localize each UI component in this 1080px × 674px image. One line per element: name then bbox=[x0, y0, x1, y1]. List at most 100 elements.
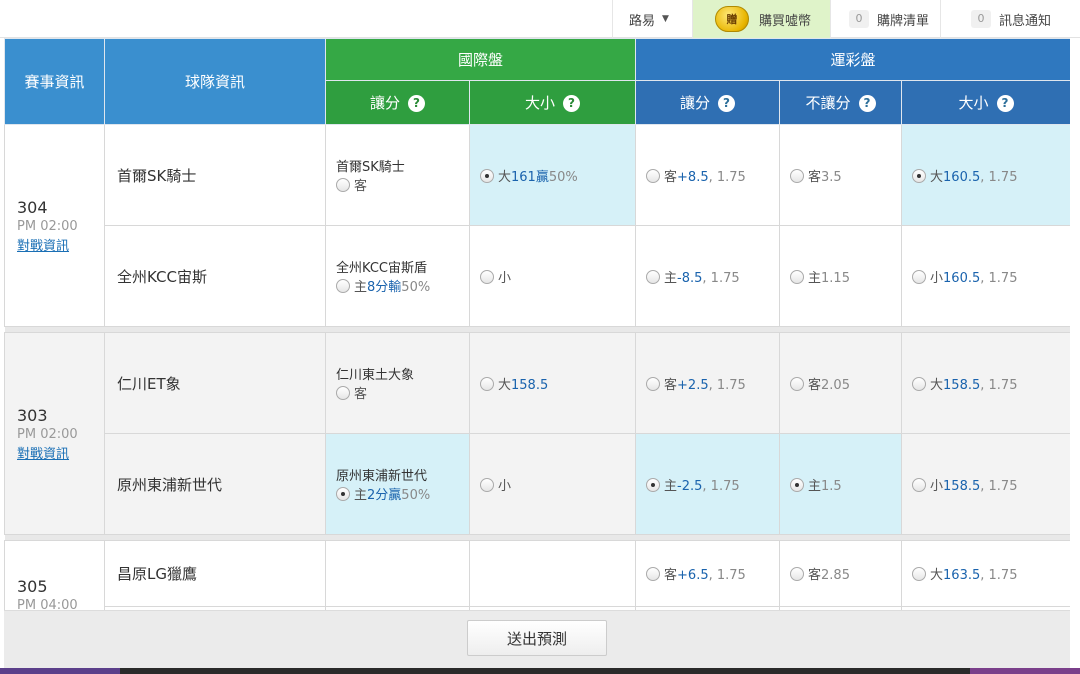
lot-spread-odds: , 1.75 bbox=[708, 568, 746, 583]
lot-ml-side: 客 bbox=[808, 169, 822, 185]
odds-table: 賽事資訊 球隊資訊 國際盤 運彩盤 讓分? 大小? 讓分? 不讓分? 大小? 3… bbox=[4, 38, 1070, 610]
radio-button[interactable] bbox=[790, 168, 805, 183]
radio-button[interactable] bbox=[480, 269, 494, 284]
lot-ml-side: 主 bbox=[808, 478, 822, 494]
lot-total-value: 160.5 bbox=[943, 270, 981, 286]
footer-banner-left bbox=[0, 668, 120, 674]
lot-total-cell: 大160.5, 1.75 bbox=[901, 124, 1070, 226]
header-lot-total: 大小? bbox=[901, 80, 1070, 125]
lot-spread-side: 客 bbox=[664, 169, 678, 185]
lot-spread-side: 主 bbox=[664, 270, 678, 286]
footer-strip bbox=[0, 668, 1080, 674]
lot-spread-odds: , 1.75 bbox=[708, 377, 746, 393]
radio-button-selected[interactable] bbox=[646, 477, 661, 492]
header-lot-spread-label: 讓分 bbox=[680, 94, 711, 112]
market-dropdown[interactable]: 路易 ▼ bbox=[612, 0, 692, 38]
messages-button[interactable]: 0 訊息通知 bbox=[940, 0, 1080, 38]
radio-button[interactable] bbox=[480, 477, 494, 492]
radio-button[interactable] bbox=[646, 269, 661, 284]
lot-total-side: 小 bbox=[930, 270, 944, 286]
lot-moneyline-cell: 客2.85 bbox=[779, 540, 903, 607]
help-icon[interactable]: ? bbox=[563, 95, 581, 112]
lot-spread-side: 客 bbox=[664, 568, 678, 583]
submit-prediction-button[interactable]: 送出預測 bbox=[467, 620, 607, 656]
help-icon[interactable]: ? bbox=[858, 95, 876, 112]
lot-total-cell: 小158.5, 1.75 bbox=[901, 433, 1070, 535]
radio-button[interactable] bbox=[646, 168, 661, 183]
intl-spread-cell bbox=[325, 540, 470, 607]
intl-spread-extra: 2分贏 bbox=[367, 488, 402, 503]
table-row: 303 PM 02:00 對戰資訊 仁川ET象 仁川東土大象 客 大158.5 … bbox=[4, 332, 1070, 535]
intl-total-side: 小 bbox=[498, 478, 512, 494]
lot-total-value: 160.5 bbox=[943, 169, 981, 185]
table-row: 304 PM 02:00 對戰資訊 首爾SK騎士 首爾SK騎士 客 大161贏5… bbox=[4, 124, 1070, 327]
header-intl-spread-label: 讓分 bbox=[369, 94, 400, 112]
lot-total-odds: , 1.75 bbox=[980, 169, 1018, 185]
lot-total-side: 大 bbox=[930, 169, 944, 185]
intl-spread-side: 主 bbox=[354, 280, 368, 295]
radio-button[interactable] bbox=[790, 567, 805, 581]
matchup-info-link[interactable]: 對戰資訊 bbox=[17, 443, 94, 462]
radio-button-selected[interactable] bbox=[336, 487, 350, 501]
lot-spread-odds: , 1.75 bbox=[702, 270, 740, 286]
radio-button[interactable] bbox=[790, 376, 805, 391]
lot-total-side: 小 bbox=[930, 478, 944, 494]
lot-spread-odds: , 1.75 bbox=[708, 169, 746, 185]
intl-total-side: 大 bbox=[498, 169, 512, 185]
buy-coins-button[interactable]: 贈 購買噓幣 bbox=[692, 0, 830, 38]
matchup-info-link[interactable]: 對戰資訊 bbox=[17, 235, 94, 254]
radio-button[interactable] bbox=[912, 567, 927, 581]
cart-label: 購牌清單 bbox=[877, 13, 930, 29]
radio-button[interactable] bbox=[912, 269, 927, 284]
lot-total-odds: , 1.75 bbox=[980, 478, 1018, 494]
top-bar: 路易 ▼ 贈 購買噓幣 0 購牌清單 0 訊息通知 bbox=[0, 0, 1080, 38]
intl-total-side: 大 bbox=[498, 377, 512, 393]
help-icon[interactable]: ? bbox=[996, 95, 1014, 112]
header-sports-lottery: 運彩盤 bbox=[635, 38, 1070, 81]
table-row: 原州東浦新世代 原州東浦新世代 主2分贏50% 小 主-2.5, 1.75 主1… bbox=[5, 433, 1070, 535]
radio-button[interactable] bbox=[790, 269, 805, 284]
header-lot-total-label: 大小 bbox=[958, 94, 989, 112]
game-time: PM 02:00 bbox=[17, 426, 78, 442]
radio-button[interactable] bbox=[336, 279, 350, 293]
lot-ml-side: 客 bbox=[808, 568, 822, 583]
messages-label: 訊息通知 bbox=[999, 13, 1052, 29]
message-count-badge: 0 bbox=[971, 10, 991, 28]
chevron-down-icon: ▼ bbox=[662, 14, 669, 24]
buy-coins-label: 購買噓幣 bbox=[759, 13, 812, 29]
intl-spread-pct: 50% bbox=[401, 488, 431, 503]
radio-button[interactable] bbox=[336, 386, 350, 400]
lot-total-odds: , 1.75 bbox=[980, 568, 1018, 583]
header-intl-total: 大小? bbox=[468, 80, 637, 125]
lot-spread-odds: , 1.75 bbox=[702, 478, 740, 494]
intl-total-side: 小 bbox=[498, 270, 512, 286]
game-number: 305 bbox=[17, 577, 48, 596]
help-icon[interactable]: ? bbox=[408, 95, 425, 112]
header-intl-spread: 讓分? bbox=[325, 80, 470, 125]
lot-spread-cell: 客+8.5, 1.75 bbox=[635, 124, 781, 226]
game-info-cell: 305 PM 04:00 bbox=[4, 540, 105, 610]
intl-spread-team: 仁川東土大象 bbox=[336, 368, 415, 383]
submit-bar: 送出預測 bbox=[4, 610, 1070, 668]
intl-spread-side: 主 bbox=[354, 488, 368, 503]
cart-button[interactable]: 0 購牌清單 bbox=[830, 0, 940, 38]
radio-button-selected[interactable] bbox=[790, 477, 805, 492]
radio-button[interactable] bbox=[646, 567, 661, 581]
radio-button[interactable] bbox=[912, 477, 927, 492]
radio-button[interactable] bbox=[912, 376, 927, 391]
radio-button-selected[interactable] bbox=[912, 168, 927, 183]
table-row: 全州KCC宙斯 全州KCC宙斯盾 主8分輸50% 小 主-8.5, 1.75 主… bbox=[5, 225, 1070, 327]
intl-total-cell: 小 bbox=[468, 433, 637, 535]
radio-button[interactable] bbox=[646, 376, 661, 391]
market-label: 路易 bbox=[629, 13, 656, 29]
radio-button[interactable] bbox=[336, 178, 350, 192]
team-name: 昌原LG獵鷹 bbox=[104, 540, 326, 607]
radio-button[interactable] bbox=[480, 376, 494, 391]
intl-spread-team: 全州KCC宙斯盾 bbox=[336, 261, 427, 276]
lot-total-odds: , 1.75 bbox=[980, 270, 1018, 286]
radio-button-selected[interactable] bbox=[480, 168, 494, 183]
lot-total-side: 大 bbox=[930, 377, 944, 393]
intl-spread-cell: 原州東浦新世代 主2分贏50% bbox=[325, 433, 470, 535]
help-icon[interactable]: ? bbox=[718, 95, 736, 112]
intl-spread-cell: 仁川東土大象 客 bbox=[325, 332, 470, 434]
